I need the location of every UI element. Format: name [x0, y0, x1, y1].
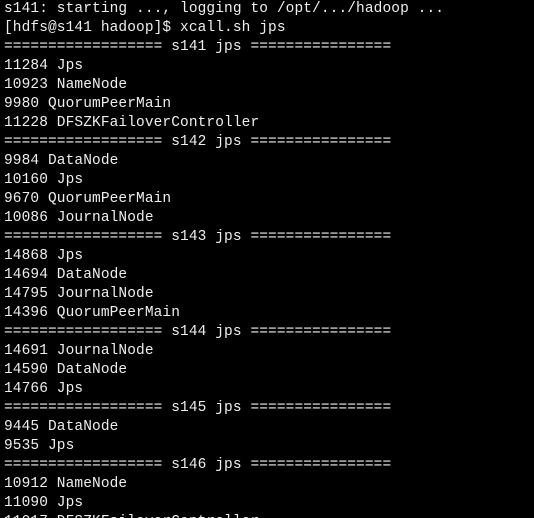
terminal-line: 9535 Jps — [4, 437, 530, 456]
terminal-line: 14868 Jps — [4, 247, 530, 266]
terminal-line: 14766 Jps — [4, 380, 530, 399]
terminal-line: 14396 QuorumPeerMain — [4, 304, 530, 323]
terminal-line: 10912 NameNode — [4, 475, 530, 494]
terminal-line: 9980 QuorumPeerMain — [4, 95, 530, 114]
terminal-line: 9984 DataNode — [4, 152, 530, 171]
terminal-line: 9670 QuorumPeerMain — [4, 190, 530, 209]
terminal-line: 14795 JournalNode — [4, 285, 530, 304]
terminal-output: s141: starting ..., logging to /opt/.../… — [0, 0, 534, 518]
terminal-line: 9445 DataNode — [4, 418, 530, 437]
terminal-line: ================== s142 jps ============… — [4, 133, 530, 152]
terminal-line: 11017 DFSZKFailoverController — [4, 513, 530, 518]
terminal-line: 10160 Jps — [4, 171, 530, 190]
terminal-line: ================== s141 jps ============… — [4, 38, 530, 57]
terminal-line: 14694 DataNode — [4, 266, 530, 285]
terminal-line: 14691 JournalNode — [4, 342, 530, 361]
terminal-line: 14590 DataNode — [4, 361, 530, 380]
terminal-line: 11228 DFSZKFailoverController — [4, 114, 530, 133]
terminal-line: 10923 NameNode — [4, 76, 530, 95]
terminal-line: [hdfs@s141 hadoop]$ xcall.sh jps — [4, 19, 530, 38]
terminal-line: ================== s144 jps ============… — [4, 323, 530, 342]
terminal-line: ================== s146 jps ============… — [4, 456, 530, 475]
terminal-line: 10086 JournalNode — [4, 209, 530, 228]
terminal-line: s141: starting ..., logging to /opt/.../… — [4, 0, 530, 19]
terminal-line: ================== s145 jps ============… — [4, 399, 530, 418]
terminal-line: 11090 Jps — [4, 494, 530, 513]
terminal-line: ================== s143 jps ============… — [4, 228, 530, 247]
terminal-line: 11284 Jps — [4, 57, 530, 76]
